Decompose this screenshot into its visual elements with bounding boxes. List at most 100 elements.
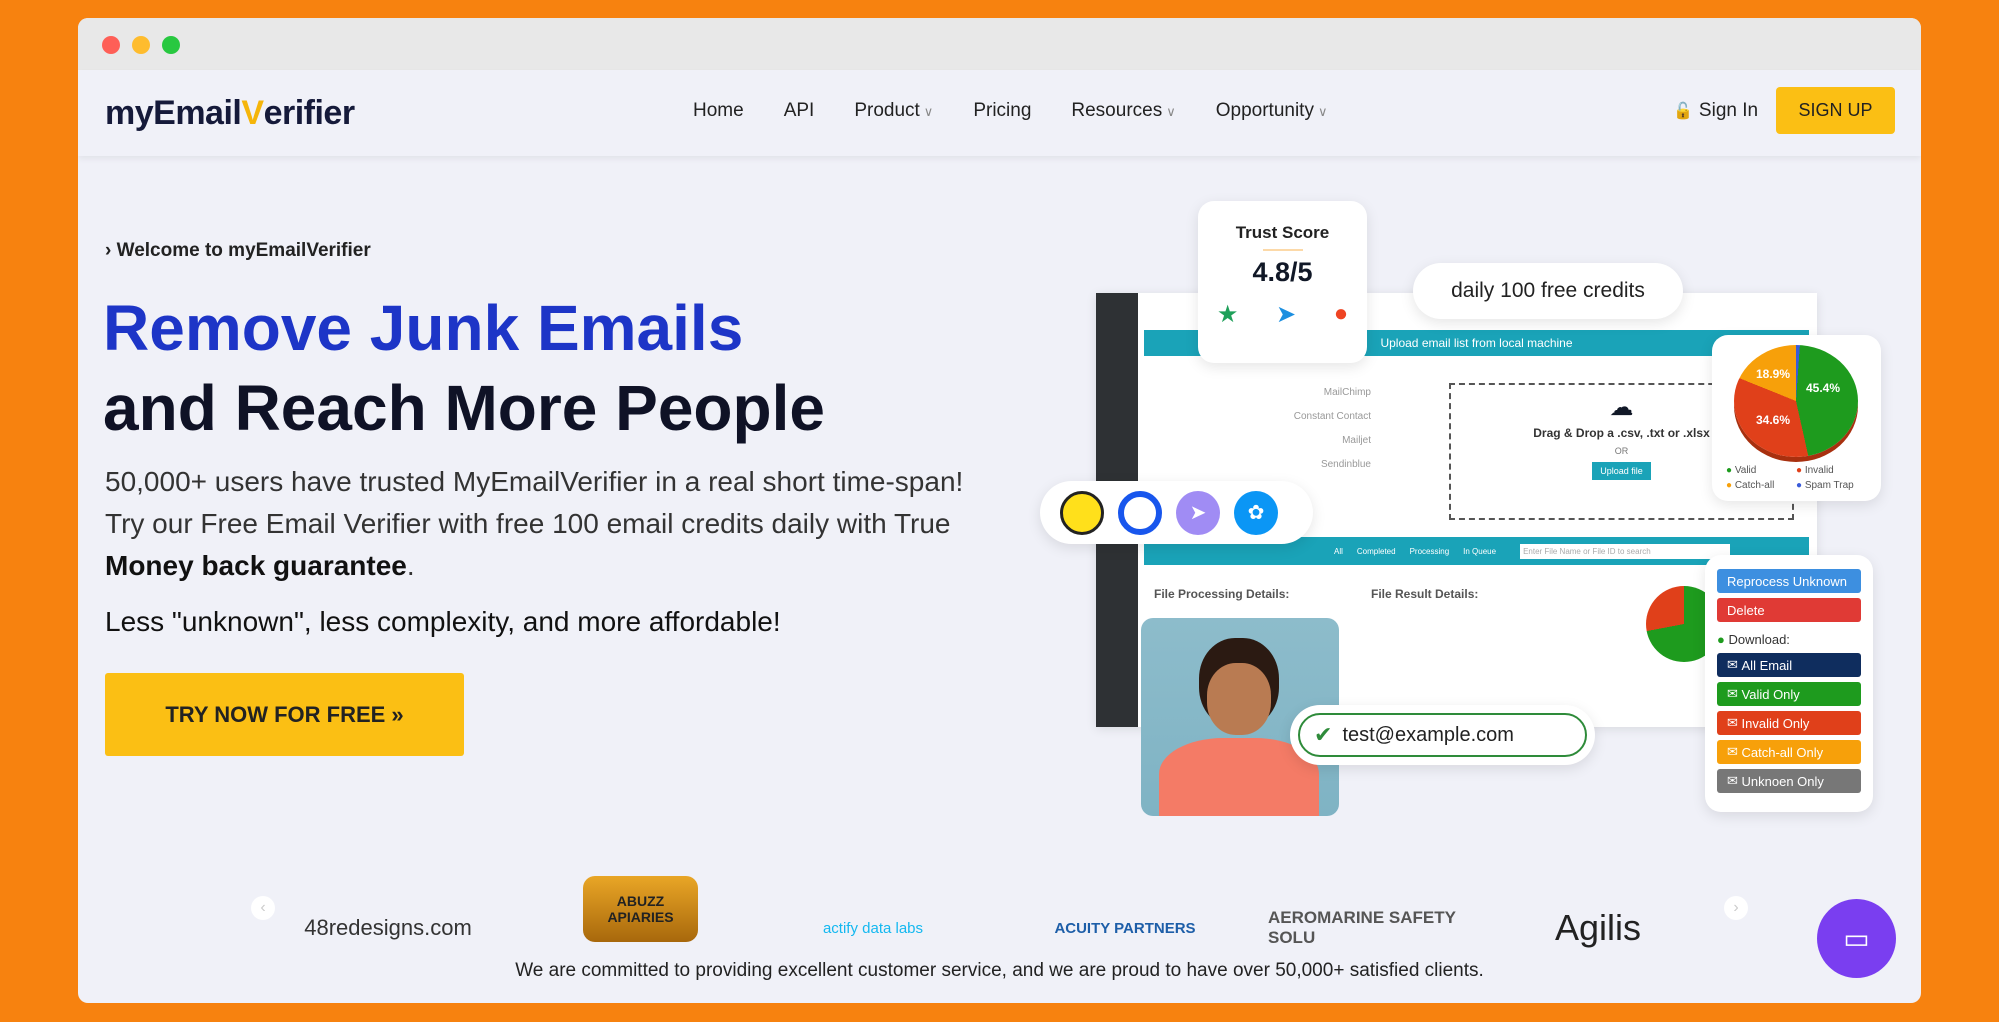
- button-label: All Email: [1741, 657, 1793, 673]
- tab-processing[interactable]: Processing: [1410, 547, 1450, 556]
- client-logo-text: Agilis: [1554, 907, 1642, 948]
- hero-paragraph: 50,000+ users have trusted MyEmailVerifi…: [105, 461, 1005, 587]
- chevron-down-icon: ∨: [1166, 104, 1176, 119]
- minimize-window-button[interactable]: [132, 36, 150, 54]
- integration-item: Mailjet: [1342, 435, 1371, 446]
- integration-item: Constant Contact: [1293, 411, 1371, 422]
- unknown-only-button[interactable]: ✉ Unknoen Only: [1717, 769, 1861, 793]
- tab-completed[interactable]: Completed: [1357, 547, 1396, 556]
- headline-line-1: Remove Junk Emails: [103, 292, 744, 364]
- capterra-icon: ➤: [1275, 301, 1297, 328]
- nav-pricing[interactable]: Pricing: [973, 100, 1031, 122]
- download-icon: ●: [1717, 632, 1725, 647]
- main-menu: Home API Product ∨ Pricing Resources ∨ Opp…: [693, 100, 1327, 122]
- legend-item: ● Catch-all: [1726, 480, 1775, 491]
- carousel-prev-button[interactable]: ‹: [251, 896, 275, 920]
- nav-api[interactable]: API: [784, 100, 815, 122]
- sendinblue-icon: ✿: [1234, 490, 1278, 535]
- client-logo: Agilis: [1538, 888, 1658, 968]
- client-logo: ABUZZ APIARIES: [583, 876, 698, 942]
- pie-legend: ● Valid ● Invalid ● Catch-all ● Spam Tra…: [1726, 465, 1866, 491]
- logo-text: V: [241, 94, 264, 132]
- integration-item: MailChimp: [1323, 387, 1371, 398]
- trustpilot-star-icon: ★: [1216, 301, 1239, 328]
- footer-text: We are committed to providing excellent …: [515, 960, 1484, 981]
- button-label: Unknoen Only: [1741, 773, 1824, 789]
- logo-text: myE: [105, 94, 176, 132]
- client-logo-text: ACUITY PARTNERS: [1054, 919, 1196, 937]
- client-logo: AEROMARINE SAFETY SOLU: [1268, 888, 1458, 968]
- integration-item: Sendinblue: [1320, 459, 1371, 470]
- top-nav: myEmailVerifier Home API Product ∨ Pricin…: [78, 70, 1921, 156]
- client-logo-text: actify data labs: [822, 919, 924, 937]
- sign-up-button[interactable]: SIGN UP: [1776, 87, 1895, 134]
- lock-icon: 🔓: [1673, 103, 1693, 120]
- nav-label: Opportunity: [1215, 100, 1314, 121]
- nav-product[interactable]: Product ∨: [854, 100, 933, 122]
- logo[interactable]: myEmailVerifier: [105, 94, 355, 133]
- tagline: Less "unknown", less complexity, and mor…: [105, 606, 781, 637]
- try-now-button[interactable]: TRY NOW FOR FREE »: [105, 673, 464, 756]
- paragraph-text: 50,000+ users have trusted MyEmailVerifi…: [105, 466, 964, 539]
- mailchimp-icon: [1060, 490, 1104, 535]
- client-logo: ACUITY PARTNERS: [1030, 888, 1220, 968]
- check-circle-icon: ✔: [1314, 722, 1333, 747]
- catch-all-only-button[interactable]: ✉ Catch-all Only: [1717, 740, 1861, 764]
- browser-window: myEmailVerifier Home API Product ∨ Pricin…: [78, 18, 1921, 1003]
- title-bar: [78, 18, 1921, 70]
- nav-label: Product: [854, 100, 920, 121]
- legend-item: ● Spam Trap: [1796, 480, 1854, 491]
- verified-email: test@example.com: [1342, 723, 1514, 746]
- valid-only-button[interactable]: ✉ Valid Only: [1717, 682, 1861, 706]
- nav-label: Resources: [1071, 100, 1163, 121]
- eyebrow: › Welcome to myEmailVerifier: [105, 240, 371, 261]
- trust-score: 4.8/5: [1252, 257, 1313, 287]
- client-logo-text: AEROMARINE SAFETY SOLU: [1268, 908, 1456, 947]
- nav-opportunity[interactable]: Opportunity ∨: [1216, 100, 1328, 122]
- legend-item: ● Invalid: [1796, 465, 1834, 476]
- sign-in-link[interactable]: 🔓 Sign In: [1673, 100, 1758, 122]
- constant-contact-icon: [1118, 490, 1162, 535]
- logo-text: erifier: [263, 94, 356, 132]
- client-logo: 48redesigns.com: [304, 888, 472, 968]
- download-label: Download:: [1728, 632, 1790, 647]
- trust-title: Trust Score: [1235, 223, 1330, 242]
- legend-item: ● Valid: [1726, 465, 1757, 476]
- all-email-button[interactable]: ✉ All Email: [1717, 653, 1861, 677]
- invalid-only-button[interactable]: ✉ Invalid Only: [1717, 711, 1861, 735]
- maximize-window-button[interactable]: [162, 36, 180, 54]
- sign-in-label: Sign In: [1698, 100, 1759, 121]
- button-label: Valid Only: [1741, 686, 1800, 702]
- trust-score-card: Trust Score 4.8/5 ★ ➤ ●: [1198, 201, 1367, 363]
- integration-list: MailChimp Constant Contact Mailjet Sendi…: [1216, 381, 1371, 477]
- file-search-input[interactable]: Enter File Name or File ID to search: [1520, 543, 1731, 559]
- tab-all[interactable]: All: [1334, 547, 1343, 556]
- chevron-down-icon: ∨: [923, 104, 934, 119]
- client-logo-text: ABUZZ APIARIES: [607, 893, 674, 925]
- button-label: Catch-all Only: [1741, 744, 1824, 760]
- processing-title: File Processing Details:: [1154, 587, 1290, 601]
- pie-chart: 45.4% 34.6% 18.9%: [1734, 345, 1858, 457]
- logo-text: mail: [175, 94, 242, 132]
- email-verified-pill: ✔ test@example.com: [1290, 705, 1595, 765]
- tab-in-queue[interactable]: In Queue: [1463, 547, 1496, 556]
- chat-button[interactable]: ▭: [1817, 899, 1896, 978]
- reprocess-unknown-button[interactable]: Reprocess Unknown: [1717, 569, 1861, 593]
- free-credits-pill: daily 100 free credits: [1413, 263, 1683, 319]
- paragraph-text: .: [406, 550, 415, 581]
- delete-button[interactable]: Delete: [1717, 598, 1861, 622]
- carousel-next-button[interactable]: ›: [1724, 896, 1748, 920]
- mailjet-icon: ➤: [1176, 490, 1220, 535]
- g2-icon: ●: [1333, 300, 1349, 327]
- button-label: Invalid Only: [1741, 715, 1810, 731]
- chevron-down-icon: ∨: [1317, 104, 1328, 119]
- upload-file-button[interactable]: Upload file: [1592, 462, 1651, 480]
- pie-chart-card: 45.4% 34.6% 18.9% ● Valid ● Invalid ● Ca…: [1712, 335, 1881, 501]
- headline-line-2: and Reach More People: [103, 372, 825, 444]
- nav-resources[interactable]: Resources ∨: [1071, 100, 1175, 122]
- close-window-button[interactable]: [102, 36, 120, 54]
- result-title: File Result Details:: [1371, 587, 1479, 601]
- integrations-pill: ➤ ✿: [1040, 481, 1313, 544]
- client-logo-text: 48redesigns.com: [304, 915, 472, 940]
- nav-home[interactable]: Home: [693, 100, 744, 122]
